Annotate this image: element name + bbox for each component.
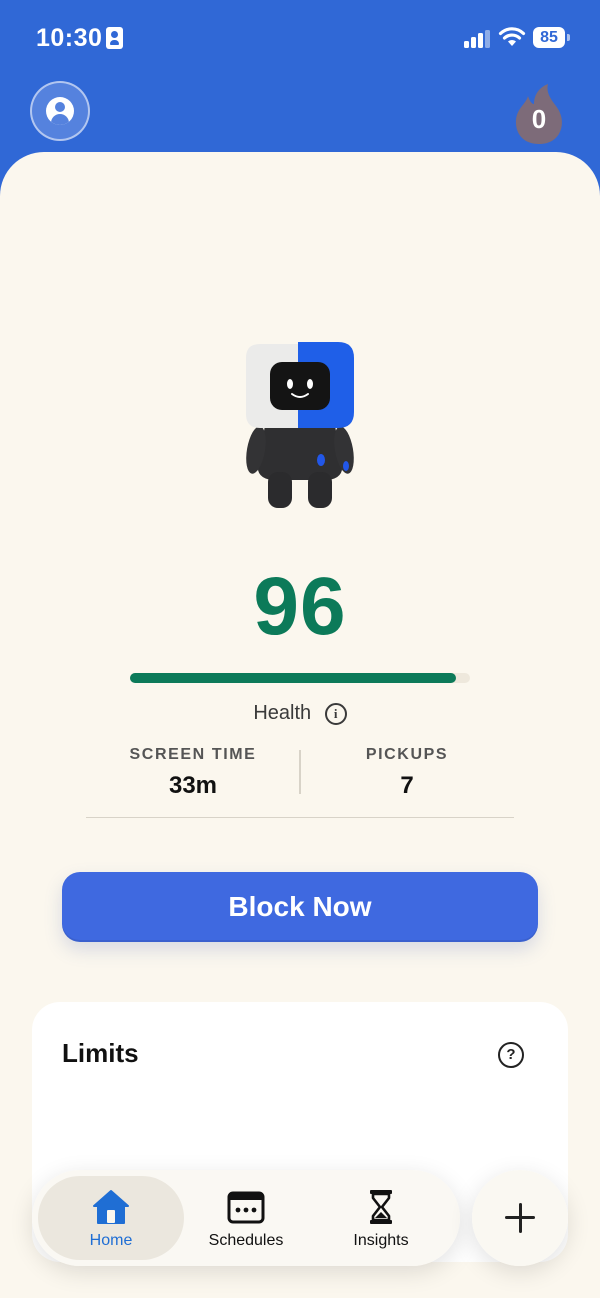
- status-time: 10:30: [36, 24, 103, 52]
- pickups-label: PICKUPS: [365, 746, 449, 763]
- mascot-avatar: [246, 342, 354, 508]
- status-bar: 10:30 85: [0, 0, 600, 78]
- info-icon[interactable]: i: [324, 702, 347, 725]
- screen-time-value: 33m: [168, 772, 218, 799]
- house-icon: [93, 1190, 129, 1224]
- streak-count: 0: [531, 104, 547, 134]
- profile-button[interactable]: [30, 81, 90, 141]
- hourglass-icon: [370, 1190, 392, 1224]
- usage-stats: SCREEN TIME 33m PICKUPS 7: [86, 742, 514, 818]
- tab-schedules-label: Schedules: [208, 1232, 284, 1249]
- health-progress-bar: [130, 673, 470, 683]
- id-card-icon: [106, 27, 123, 49]
- health-progress-fill: [130, 673, 457, 683]
- pickups-stat: PICKUPS 7: [300, 742, 514, 800]
- wifi-icon: [498, 27, 526, 46]
- screen-time-stat: SCREEN TIME 33m: [86, 742, 300, 800]
- health-score: 96: [253, 561, 347, 652]
- screen-time-label: SCREEN TIME: [129, 746, 257, 763]
- pickups-value: 7: [400, 772, 414, 799]
- tab-home-label: Home: [89, 1232, 133, 1249]
- battery-icon: 85: [533, 27, 570, 48]
- tab-insights[interactable]: Insights: [308, 1176, 454, 1260]
- tab-bar: Home Schedules Insights: [32, 1170, 460, 1266]
- tab-home[interactable]: Home: [38, 1176, 184, 1260]
- help-icon[interactable]: ?: [498, 1042, 524, 1068]
- limits-title: Limits: [62, 1038, 139, 1068]
- health-label-row: Health i: [0, 702, 600, 725]
- health-label: Health: [253, 702, 312, 725]
- block-now-button[interactable]: Block Now: [62, 872, 538, 942]
- add-button[interactable]: [472, 1170, 568, 1266]
- signal-icon: [464, 30, 490, 48]
- tab-insights-label: Insights: [353, 1232, 409, 1249]
- person-icon: [46, 97, 74, 125]
- calendar-icon: [227, 1191, 265, 1224]
- streak-indicator[interactable]: 0: [510, 82, 568, 146]
- tab-schedules[interactable]: Schedules: [173, 1176, 319, 1260]
